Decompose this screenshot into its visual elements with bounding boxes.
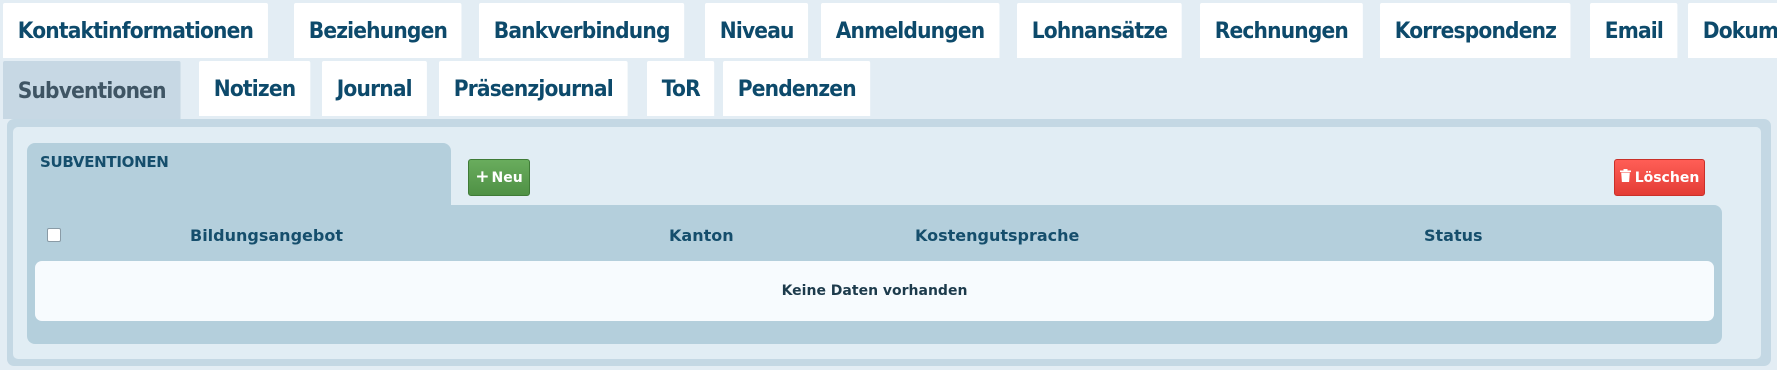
column-header-bildungsangebot[interactable]: Bildungsangebot: [190, 226, 343, 245]
tab-anmeldungen[interactable]: Anmeldungen: [820, 3, 999, 58]
tab-label: Korrespondenz: [1394, 19, 1556, 44]
grid-empty-message: Keine Daten vorhanden: [35, 261, 1714, 321]
tab-subventionen[interactable]: Subventionen: [3, 61, 181, 119]
tab-label: Niveau: [720, 19, 795, 44]
tab-bankverbindung[interactable]: Bankverbindung: [479, 3, 685, 58]
tab-tor[interactable]: ToR: [646, 61, 715, 116]
tab-label: Beziehungen: [308, 19, 448, 44]
tab-label: Rechnungen: [1214, 19, 1348, 44]
tab-lohnansaetze[interactable]: Lohnansätze: [1017, 3, 1183, 58]
tab-label: Subventionen: [17, 78, 167, 104]
tab-niveau[interactable]: Niveau: [705, 3, 809, 58]
tab-korrespondenz[interactable]: Korrespondenz: [1379, 3, 1571, 58]
tab-label: Pendenzen: [738, 77, 857, 102]
tab-journal[interactable]: Journal: [322, 61, 427, 116]
tab-label: Kontaktinformationen: [17, 19, 254, 44]
tab-label: Bankverbindung: [493, 19, 671, 44]
tab-kontaktinformationen[interactable]: Kontaktinformationen: [3, 3, 268, 58]
column-header-status[interactable]: Status: [1424, 226, 1483, 245]
tab-beziehungen[interactable]: Beziehungen: [293, 3, 462, 58]
new-button[interactable]: + Neu: [468, 159, 530, 196]
delete-button[interactable]: Löschen: [1614, 159, 1705, 196]
tab-label: Notizen: [213, 77, 296, 102]
tab-label: Dokumente: [1703, 19, 1777, 44]
tab-rechnungen[interactable]: Rechnungen: [1199, 3, 1363, 58]
tab-pendenzen[interactable]: Pendenzen: [723, 61, 871, 116]
new-button-label: Neu: [491, 169, 523, 186]
delete-button-label: Löschen: [1634, 169, 1700, 186]
select-all-checkbox[interactable]: [47, 228, 61, 242]
column-header-kostengutsprache[interactable]: Kostengutsprache: [915, 226, 1079, 245]
tab-dokumente[interactable]: Dokumente: [1688, 3, 1777, 58]
plus-icon: +: [475, 166, 490, 187]
trash-icon: [1619, 169, 1631, 186]
tab-bar-row-2: Subventionen Notizen Journal Präsenzjournal…: [3, 61, 884, 119]
section-title: SUBVENTIONEN: [40, 153, 169, 171]
column-header-kanton[interactable]: Kanton: [669, 226, 734, 245]
tab-notizen[interactable]: Notizen: [198, 61, 310, 116]
tab-label: Journal: [337, 77, 413, 102]
tab-email[interactable]: Email: [1589, 3, 1678, 58]
tab-bar-row-1: Kontaktinformationen Beziehungen Bankverbi…: [3, 3, 1777, 58]
tab-label: Lohnansätze: [1032, 19, 1168, 44]
tab-label: Email: [1604, 19, 1664, 44]
tab-label: ToR: [661, 77, 701, 102]
tab-label: Anmeldungen: [835, 19, 985, 44]
tab-praesenzjournal[interactable]: Präsenzjournal: [439, 61, 628, 116]
tab-label: Präsenzjournal: [453, 77, 614, 102]
